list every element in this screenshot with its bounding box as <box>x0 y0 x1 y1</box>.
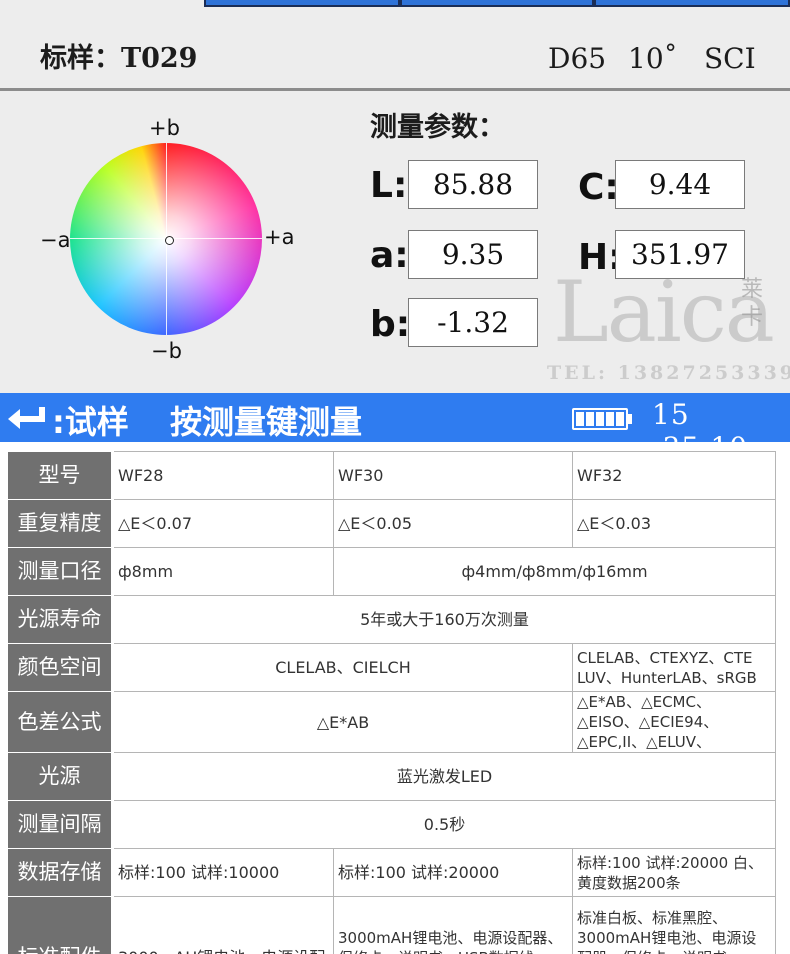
table-row: 颜色空间 CLELAB、CIELCH CLELAB、CTEXYZ、CTE LUV… <box>7 643 776 692</box>
row-header: 测量间隔 <box>7 800 114 849</box>
table-cell: △E＜0.07 <box>112 499 334 548</box>
table-cell: 3000mAH锂电池、电源设配器、保修卡、说明书、USB数据线、 <box>333 896 573 954</box>
back-enter-icon[interactable] <box>6 404 52 432</box>
status-bar: :试样 按测量键测量 15 :35:10 <box>0 393 790 464</box>
table-row: 数据存储 标样:100 试样:10000 标样:100 试样:20000 标样:… <box>7 848 776 897</box>
row-header: 色差公式 <box>7 691 114 753</box>
watermark-brand: Laica <box>553 263 775 361</box>
table-cell: △E*AB、△ECMC、△EISO、△ECIE94、△EPC,II、△ELUV、 <box>572 691 776 753</box>
minus-a-label: −a <box>40 228 71 252</box>
table-cell: △E*AB <box>112 691 573 753</box>
table-row: 测量间隔 0.5秒 <box>7 800 776 849</box>
spec-table: 型号 WF28 WF30 WF32 重复精度 △E＜0.07 △E＜0.05 △… <box>7 451 776 954</box>
table-cell: △E＜0.03 <box>572 499 776 548</box>
sample-point-marker <box>165 236 174 245</box>
a-value: 9.35 <box>408 230 538 279</box>
table-cell: WF28 <box>112 451 334 500</box>
table-cell: 标样:100 试样:20000 <box>333 848 573 897</box>
table-cell: CLELAB、CTEXYZ、CTE LUV、HunterLAB、sRGB <box>572 643 776 692</box>
row-header: 光源 <box>7 752 114 801</box>
table-cell: ф4mm/ф8mm/ф16mm <box>333 547 776 596</box>
battery-icon <box>572 408 628 430</box>
illuminant-label: D65 <box>548 42 607 75</box>
plus-a-label: +a <box>264 225 295 249</box>
table-row: 光源寿命 5年或大于160万次测量 <box>7 595 776 644</box>
row-header: 颜色空间 <box>7 643 114 692</box>
L-label: L: <box>370 165 408 206</box>
table-cell: WF32 <box>572 451 776 500</box>
row-header: 型号 <box>7 451 114 500</box>
table-row: 色差公式 △E*AB △E*AB、△ECMC、△EISO、△ECIE94、△EP… <box>7 691 776 753</box>
row-header: 数据存储 <box>7 848 114 897</box>
b-label: b: <box>370 304 411 345</box>
measure-mode-label: SCI <box>704 42 756 75</box>
observer-label: 10˚ <box>628 42 678 75</box>
a-label: a: <box>370 235 409 276</box>
mode-label: :试样 <box>52 403 129 441</box>
header-divider <box>0 88 790 91</box>
table-cell: ф8mm <box>112 547 334 596</box>
table-cell: 3000mAH锂电池、电源设配 <box>112 896 334 954</box>
row-header: 测量口径 <box>7 547 114 596</box>
row-header: 标准配件 <box>7 896 114 954</box>
table-cell: 5年或大于160万次测量 <box>112 595 776 644</box>
table-cell: △E＜0.05 <box>333 499 573 548</box>
watermark-side-text: 莱卡 <box>741 277 764 330</box>
row-header: 光源寿命 <box>7 595 114 644</box>
table-row: 标准配件 3000mAH锂电池、电源设配 3000mAH锂电池、电源设配器、保修… <box>7 896 776 954</box>
table-row: 光源 蓝光激发LED <box>7 752 776 801</box>
sample-header: 标样：T029 D65 10˚ SCI <box>0 0 790 88</box>
table-row: 测量口径 ф8mm ф4mm/ф8mm/ф16mm <box>7 547 776 596</box>
table-cell: 标样:100 试样:10000 <box>112 848 334 897</box>
measure-prompt: 按测量键测量 <box>170 403 363 441</box>
brand-watermark: Laica 莱卡 TEL: 13827253339 <box>547 263 790 390</box>
table-cell: 标准白板、标准黑腔、3000mAH锂电池、电源设配器、保修卡、说明书、 <box>572 896 776 954</box>
table-cell: 蓝光激发LED <box>112 752 776 801</box>
sample-label: 标样：T029 <box>40 43 198 74</box>
watermark-tel: TEL: 13827253339 <box>547 362 790 384</box>
C-value: 9.44 <box>615 160 745 209</box>
plus-b-label: +b <box>149 116 180 140</box>
L-value: 85.88 <box>408 160 538 209</box>
battery-tip <box>628 414 632 424</box>
table-cell: 0.5秒 <box>112 800 776 849</box>
instrument-screen: 标样：T029 D65 10˚ SCI +b −b +a −a 测量参数： L:… <box>0 0 790 393</box>
b-value: -1.32 <box>408 298 538 347</box>
row-header: 重复精度 <box>7 499 114 548</box>
table-row: 型号 WF28 WF30 WF32 <box>7 451 776 500</box>
color-wheel-panel: +b −b +a −a <box>40 112 300 370</box>
table-cell: WF30 <box>333 451 573 500</box>
minus-b-label: −b <box>151 339 182 363</box>
params-title: 测量参数： <box>370 112 505 143</box>
table-cell: 标样:100 试样:20000 白、黄度数据200条 <box>572 848 776 897</box>
table-row: 重复精度 △E＜0.07 △E＜0.05 △E＜0.03 <box>7 499 776 548</box>
C-label: C: <box>578 167 619 208</box>
table-cell: CLELAB、CIELCH <box>112 643 573 692</box>
